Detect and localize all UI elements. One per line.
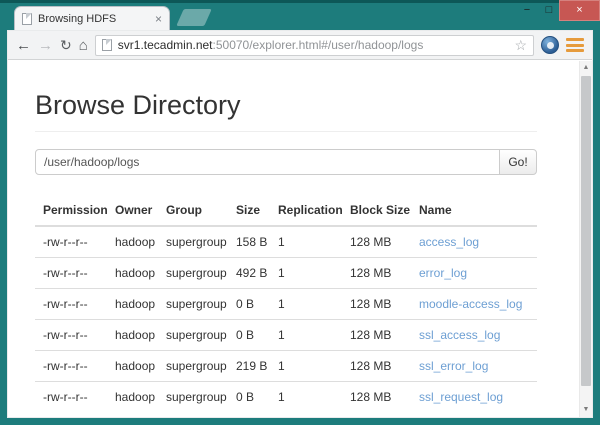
- maximize-button[interactable]: □: [538, 0, 560, 21]
- scrollbar-thumb[interactable]: [581, 76, 591, 386]
- cell-block-size: 128 MB: [342, 289, 411, 320]
- cell-group: supergroup: [158, 320, 228, 351]
- cell-block-size: 128 MB: [342, 226, 411, 258]
- home-icon[interactable]: ⌂: [79, 38, 88, 53]
- tab-close-icon[interactable]: ×: [155, 13, 162, 25]
- menu-hamburger-icon[interactable]: [566, 38, 584, 52]
- cell-size: 158 B: [228, 226, 270, 258]
- header-name: Name: [411, 195, 537, 226]
- cell-block-size: 128 MB: [342, 320, 411, 351]
- table-header-row: Permission Owner Group Size Replication …: [35, 195, 537, 226]
- cell-size: 219 B: [228, 351, 270, 382]
- address-bar[interactable]: svr1.tecadmin.net:50070/explorer.html#/u…: [95, 35, 534, 56]
- file-listing-table: Permission Owner Group Size Replication …: [35, 195, 537, 412]
- file-link[interactable]: error_log: [419, 266, 467, 280]
- cell-owner: hadoop: [107, 320, 158, 351]
- new-tab-button[interactable]: [176, 9, 212, 26]
- cell-group: supergroup: [158, 258, 228, 289]
- file-link[interactable]: ssl_access_log: [419, 328, 500, 342]
- table-row: -rw-r--r-- hadoop supergroup 158 B 1 128…: [35, 226, 537, 258]
- scrollbar-down-icon[interactable]: ▼: [580, 403, 592, 417]
- page-scrollbar[interactable]: ▲ ▼: [579, 61, 592, 417]
- file-link[interactable]: access_log: [419, 235, 479, 249]
- minimize-button[interactable]: −: [516, 0, 538, 21]
- path-input-group: Go!: [35, 149, 537, 175]
- browser-tab[interactable]: Browsing HDFS ×: [14, 6, 170, 30]
- table-row: -rw-r--r-- hadoop supergroup 0 B 1 128 M…: [35, 320, 537, 351]
- file-link[interactable]: ssl_error_log: [419, 359, 488, 373]
- cell-permission: -rw-r--r--: [35, 226, 107, 258]
- go-button[interactable]: Go!: [499, 149, 537, 175]
- cell-owner: hadoop: [107, 289, 158, 320]
- tab-favicon-page-icon: [22, 13, 32, 25]
- table-row: -rw-r--r-- hadoop supergroup 492 B 1 128…: [35, 258, 537, 289]
- bookmark-star-icon[interactable]: ☆: [514, 37, 527, 54]
- back-icon[interactable]: ←: [16, 38, 31, 53]
- url-text[interactable]: svr1.tecadmin.net:50070/explorer.html#/u…: [118, 38, 509, 52]
- refresh-icon[interactable]: ↻: [60, 38, 72, 52]
- table-row: -rw-r--r-- hadoop supergroup 219 B 1 128…: [35, 351, 537, 382]
- file-link[interactable]: ssl_request_log: [419, 390, 503, 404]
- cell-replication: 1: [270, 382, 342, 413]
- cell-group: supergroup: [158, 289, 228, 320]
- cell-owner: hadoop: [107, 258, 158, 289]
- page-content: Browse Directory Go! Permission Owner Gr…: [8, 61, 592, 417]
- table-row: -rw-r--r-- hadoop supergroup 0 B 1 128 M…: [35, 289, 537, 320]
- cell-owner: hadoop: [107, 382, 158, 413]
- cell-group: supergroup: [158, 382, 228, 413]
- cell-size: 492 B: [228, 258, 270, 289]
- cell-permission: -rw-r--r--: [35, 258, 107, 289]
- scrollbar-up-icon[interactable]: ▲: [580, 61, 592, 75]
- close-window-button[interactable]: ×: [559, 0, 600, 21]
- cell-replication: 1: [270, 289, 342, 320]
- cell-replication: 1: [270, 320, 342, 351]
- cell-permission: -rw-r--r--: [35, 351, 107, 382]
- header-owner: Owner: [107, 195, 158, 226]
- cell-permission: -rw-r--r--: [35, 320, 107, 351]
- browser-toolbar: ← → ↻ ⌂ svr1.tecadmin.net:50070/explorer…: [8, 31, 592, 60]
- tab-title: Browsing HDFS: [38, 13, 149, 25]
- url-path: :50070/explorer.html#/user/hadoop/logs: [213, 38, 424, 52]
- url-page-icon: [102, 39, 112, 51]
- header-size: Size: [228, 195, 270, 226]
- page-title: Browse Directory: [35, 91, 537, 119]
- cell-group: supergroup: [158, 226, 228, 258]
- forward-icon[interactable]: →: [38, 38, 53, 53]
- table-row: -rw-r--r-- hadoop supergroup 0 B 1 128 M…: [35, 382, 537, 413]
- browser-window: ← → ↻ ⌂ svr1.tecadmin.net:50070/explorer…: [7, 30, 593, 418]
- window-frame-top: [0, 0, 600, 3]
- url-domain: svr1.tecadmin.net: [118, 38, 213, 52]
- cell-owner: hadoop: [107, 226, 158, 258]
- cell-block-size: 128 MB: [342, 258, 411, 289]
- cell-block-size: 128 MB: [342, 382, 411, 413]
- extension-icon[interactable]: [541, 36, 559, 54]
- cell-permission: -rw-r--r--: [35, 289, 107, 320]
- directory-path-input[interactable]: [35, 149, 500, 175]
- divider: [35, 131, 537, 132]
- header-permission: Permission: [35, 195, 107, 226]
- file-link[interactable]: moodle-access_log: [419, 297, 522, 311]
- header-block-size: Block Size: [342, 195, 411, 226]
- header-group: Group: [158, 195, 228, 226]
- cell-size: 0 B: [228, 320, 270, 351]
- header-replication: Replication: [270, 195, 342, 226]
- cell-permission: -rw-r--r--: [35, 382, 107, 413]
- cell-replication: 1: [270, 258, 342, 289]
- cell-block-size: 128 MB: [342, 351, 411, 382]
- cell-replication: 1: [270, 351, 342, 382]
- cell-owner: hadoop: [107, 351, 158, 382]
- cell-replication: 1: [270, 226, 342, 258]
- cell-size: 0 B: [228, 382, 270, 413]
- cell-size: 0 B: [228, 289, 270, 320]
- cell-group: supergroup: [158, 351, 228, 382]
